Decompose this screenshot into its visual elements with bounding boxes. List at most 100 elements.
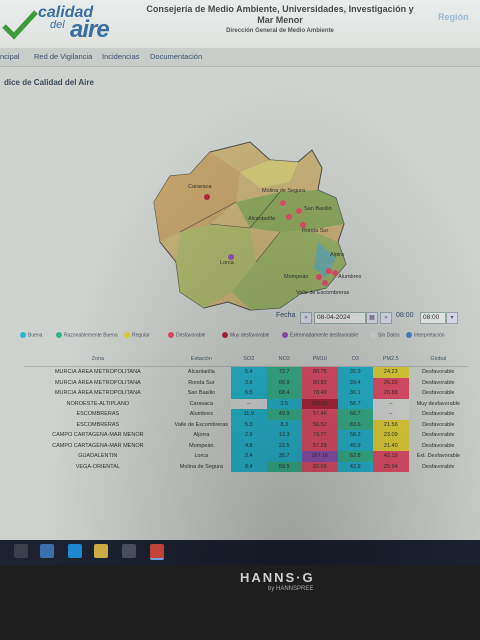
cell-global: Ext. Desfavorable: [416, 453, 460, 460]
cell-estacion[interactable]: Lorca: [172, 451, 231, 462]
legend-dot: [370, 332, 376, 338]
air-quality-map[interactable]: Caravaca Molina de Segura San Basilio Al…: [140, 132, 380, 322]
cell-estacion[interactable]: Molina de Segura: [172, 462, 231, 473]
cell-pm25: 26.20: [372, 377, 409, 388]
page-title: dice de Calidad del Aire: [4, 78, 94, 87]
map-label-alumbres: Alumbres: [338, 274, 362, 280]
next-date-button[interactable]: »: [380, 312, 392, 324]
legend-item: Desfavorable: [168, 332, 205, 338]
cell-global: Desfavorable: [422, 379, 455, 386]
table-row: MURCIA ÁREA METROPOLITANA San Basilio 6.5 6…: [24, 388, 468, 399]
station-marker[interactable]: [316, 274, 322, 280]
legend-item: Razonablemente Buena: [56, 332, 118, 338]
station-marker[interactable]: [332, 270, 338, 276]
legend-item: Buena: [20, 332, 42, 338]
site-header: calidad del aire Consejería de Medio Amb…: [0, 0, 480, 48]
cell-so2: 2.9: [231, 430, 267, 441]
cell-no2: 12.3: [266, 430, 302, 441]
hour-select[interactable]: 08:00: [420, 312, 446, 324]
map-label-ronda-sur: Ronda Sur: [302, 228, 329, 234]
cell-zona: CAMPO CARTAGENA-MAR MENOR: [52, 442, 144, 449]
cell-estacion[interactable]: Mompeán: [172, 441, 231, 452]
cell-no2: 72.7: [266, 366, 302, 378]
region-logo[interactable]: Región: [438, 12, 469, 22]
station-marker[interactable]: [300, 222, 306, 228]
cell-pm25: 21.40: [372, 440, 409, 451]
station-marker[interactable]: [286, 214, 292, 220]
cell-estacion[interactable]: Ronda Sur: [172, 378, 231, 389]
col-header-zona: Zona: [24, 352, 172, 367]
table-row: ESCOMBRERAS Alumbres 11.9 49.9 57.46 66.7 -- De…: [24, 409, 468, 420]
map-label-molina: Molina de Segura: [262, 188, 306, 194]
cell-no2: 8.3: [266, 419, 302, 430]
cell-global: Desfavorable: [422, 442, 455, 449]
nav-item-documentacion[interactable]: Documentación: [150, 52, 202, 61]
cell-o3: 45.9: [337, 440, 373, 451]
table-row: MURCIA ÁREA METROPOLITANA Alcantarilla 5.4…: [24, 366, 468, 378]
map-label-valle-escombreras: Valle de Escombreras: [296, 290, 350, 296]
start-menu-icon[interactable]: [14, 544, 28, 558]
site-logo[interactable]: calidad del aire: [2, 4, 130, 46]
prev-date-button[interactable]: «: [300, 312, 312, 324]
cell-pm25: --: [372, 398, 409, 409]
checkmark-logo-icon: [2, 10, 38, 40]
cell-global: Desfavorable: [422, 463, 455, 470]
cell-zona: MURCIA ÁREA METROPOLITANA: [54, 390, 141, 397]
cell-o3: 58.2: [337, 430, 373, 441]
map-label-mompean: Mompeán: [284, 274, 309, 280]
cell-global: Muy desfavorable: [416, 400, 460, 407]
legend-item: Regular: [124, 332, 150, 338]
file-explorer-icon[interactable]: [40, 544, 54, 558]
cell-o3: 35.9: [337, 366, 373, 378]
table-header-row: Zona Estación SO2 NO2 PM10 O3 PM2.5 Glob…: [24, 352, 468, 367]
col-header-global: Global: [408, 352, 468, 367]
cell-estacion[interactable]: Valle de Escombreras: [172, 420, 231, 431]
nav-item-principal[interactable]: ncipal: [0, 52, 20, 61]
cell-estacion[interactable]: Aljorra: [172, 430, 231, 441]
cell-global: Desfavorable: [422, 411, 455, 418]
edge-browser-icon[interactable]: [68, 544, 82, 558]
cell-estacion[interactable]: Caravaca: [172, 399, 231, 410]
cell-o3: 39.4: [337, 377, 373, 388]
station-marker[interactable]: [204, 194, 210, 200]
cell-so2: 2.4: [231, 451, 267, 462]
col-header-estacion: Estación: [171, 352, 232, 367]
cell-pm25: --: [372, 409, 409, 420]
station-marker[interactable]: [322, 280, 328, 286]
station-marker[interactable]: [296, 208, 302, 214]
date-input[interactable]: 08-04-2024: [314, 312, 366, 324]
col-header-no2: NO2: [266, 352, 302, 367]
cell-no2: 66.9: [266, 377, 302, 388]
cell-pm10: 167.16: [302, 451, 338, 462]
cell-pm25: 25.94: [372, 461, 409, 472]
cell-no2: 35.7: [266, 451, 302, 462]
cell-so2: 5.3: [231, 419, 267, 430]
chrome-browser-icon[interactable]: [150, 544, 164, 560]
nav-item-red-vigilancia[interactable]: Red de Vigilancia: [34, 52, 92, 61]
table-row: VEGA-ORIENTAL Molina de Segura 8.4 59.5 82.5…: [24, 461, 468, 473]
cell-zona: GUADALENTIN: [78, 453, 118, 460]
nav-item-incidencias[interactable]: Incidencias: [102, 52, 140, 61]
folder-icon[interactable]: [94, 544, 108, 558]
hour-dropdown-icon[interactable]: ▾: [446, 312, 458, 324]
station-marker[interactable]: [280, 200, 286, 206]
cell-estacion[interactable]: Alumbres: [172, 409, 231, 420]
cell-global: Desfavorable: [422, 390, 455, 397]
station-marker[interactable]: [228, 254, 234, 260]
legend-dot: [168, 332, 174, 338]
cell-estacion[interactable]: San Basilio: [172, 388, 231, 399]
cell-so2: 8.4: [231, 461, 267, 472]
cell-zona: NOROESTE-ALTIPLANO: [66, 400, 130, 407]
calendar-icon[interactable]: ▦: [366, 312, 378, 324]
store-icon[interactable]: [122, 544, 136, 558]
ministry-subtitle: Dirección General de Medio Ambiente: [226, 28, 334, 34]
cell-global: Desfavorable: [422, 369, 455, 376]
col-header-pm25: PM2.5: [372, 352, 409, 367]
interpretation-link[interactable]: Interpretación: [406, 332, 445, 338]
cell-o3: 66.7: [337, 409, 373, 420]
cell-so2: 11.9: [231, 409, 267, 420]
cell-estacion[interactable]: Alcantarilla: [172, 367, 231, 378]
monitor-brand-sub: by HANNSPREE: [268, 586, 314, 592]
cell-zona: MURCIA ÁREA METROPOLITANA: [54, 369, 141, 376]
cell-pm10: 57.29: [302, 440, 338, 451]
